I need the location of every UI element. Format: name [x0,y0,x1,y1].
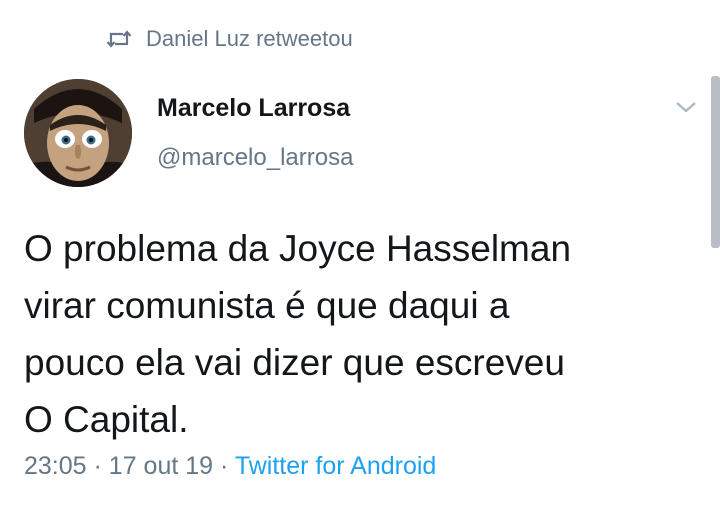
tweet-time: 23:05 [24,452,87,480]
tweet-line: virar comunista é que daqui a [24,285,510,326]
retweet-label: Daniel Luz retweetou [146,26,353,51]
meta-separator: · [220,452,229,480]
meta-separator: · [93,452,102,480]
tweet-line: O Capital. [24,399,189,440]
tweet-line: pouco ela vai dizer que escreveu [24,342,565,383]
tweet-meta: 23:05 · 17 out 19 · Twitter for Android [24,452,436,481]
tweet-text: O problema da Joyce Hasselman virar comu… [24,220,684,448]
chevron-down-icon[interactable] [672,96,700,118]
scrollbar[interactable] [711,76,720,248]
retweet-icon [106,29,132,49]
tweet-source-link[interactable]: Twitter for Android [235,452,436,480]
author-handle[interactable]: @marcelo_larrosa [157,144,353,172]
tweet-date: 17 out 19 [108,452,214,480]
retweet-indicator: Daniel Luz retweetou [106,26,353,52]
avatar[interactable] [24,79,132,187]
author-name[interactable]: Marcelo Larrosa [157,94,350,123]
tweet-line: O problema da Joyce Hasselman [24,228,572,269]
